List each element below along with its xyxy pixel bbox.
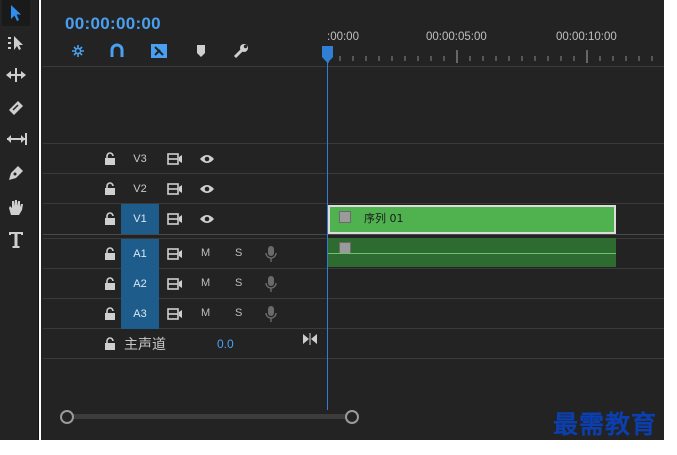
track-v1[interactable]: V1	[43, 204, 327, 234]
selection-tool-icon[interactable]	[2, 0, 30, 26]
ruler-ticks	[327, 50, 653, 63]
solo-button[interactable]: S	[235, 247, 242, 259]
lock-icon[interactable]	[103, 212, 117, 226]
lock-icon[interactable]	[103, 152, 117, 166]
mic-icon[interactable]	[265, 275, 277, 293]
sync-lock-icon[interactable]	[167, 277, 183, 291]
ruler-label: :00:00	[327, 31, 359, 43]
track-label[interactable]: A1	[121, 239, 159, 269]
sync-lock-icon[interactable]	[167, 152, 183, 166]
divider	[43, 358, 664, 359]
pen-icon[interactable]	[2, 160, 30, 186]
hand-icon[interactable]	[2, 194, 30, 220]
audio-waveform	[328, 253, 616, 254]
lock-icon[interactable]	[103, 277, 117, 291]
mute-button[interactable]: M	[201, 307, 210, 319]
track-select-forward-icon[interactable]	[2, 30, 30, 56]
eye-icon[interactable]	[199, 183, 215, 195]
lock-icon[interactable]	[103, 337, 117, 351]
track-v3[interactable]: V3	[43, 144, 327, 174]
sync-lock-icon[interactable]	[167, 212, 183, 226]
mute-button[interactable]: M	[201, 247, 210, 259]
track-a2[interactable]: A2 M S	[43, 269, 327, 299]
ruler-label: 00:00:05:00	[426, 31, 487, 43]
track-label[interactable]: A3	[121, 299, 159, 329]
lock-icon[interactable]	[103, 182, 117, 196]
slip-icon[interactable]	[2, 126, 30, 152]
audio-clip[interactable]	[328, 238, 616, 267]
divider	[43, 234, 664, 235]
sync-lock-icon[interactable]	[167, 182, 183, 196]
playhead-line[interactable]	[327, 58, 328, 410]
solo-button[interactable]: S	[235, 307, 242, 319]
sync-lock-icon[interactable]	[167, 247, 183, 261]
ripple-edit-icon[interactable]	[2, 62, 30, 88]
tools-panel	[0, 0, 39, 440]
eye-icon[interactable]	[199, 153, 215, 165]
track-a3[interactable]: A3 M S	[43, 299, 327, 329]
snap-icon[interactable]	[69, 42, 87, 60]
clip-label: 序列 01	[364, 212, 404, 225]
track-label[interactable]: V1	[121, 204, 159, 234]
wrench-icon[interactable]	[232, 42, 250, 60]
scrollbar-left-handle[interactable]	[60, 410, 74, 424]
type-tool-icon[interactable]	[2, 226, 30, 252]
ruler-label: 00:00:10:00	[556, 31, 617, 43]
video-clip[interactable]: 序列 01	[328, 205, 616, 234]
time-ruler[interactable]: :00:00 00:00:05:00 00:00:10:00	[322, 28, 664, 68]
master-volume-value[interactable]: 0.0	[217, 337, 234, 351]
track-v2[interactable]: V2	[43, 174, 327, 204]
track-a1[interactable]: A1 M S	[43, 239, 327, 269]
fx-badge-icon	[339, 211, 351, 223]
zoom-scrollbar[interactable]	[60, 410, 359, 424]
mute-button[interactable]: M	[201, 277, 210, 289]
master-track[interactable]: 主声道 0.0	[43, 330, 327, 358]
marker-icon[interactable]	[192, 42, 210, 60]
lock-icon[interactable]	[103, 307, 117, 321]
sync-lock-icon[interactable]	[167, 307, 183, 321]
add-edit-icon[interactable]	[150, 42, 168, 60]
razor-icon[interactable]	[2, 94, 30, 120]
divider	[43, 66, 664, 67]
mic-icon[interactable]	[265, 245, 277, 263]
bowtie-icon[interactable]	[302, 333, 318, 345]
timecode-display[interactable]: 00:00:00:00	[65, 14, 161, 34]
solo-button[interactable]: S	[235, 277, 242, 289]
scrollbar-track[interactable]	[66, 414, 350, 419]
mic-icon[interactable]	[265, 305, 277, 323]
track-label[interactable]: A2	[121, 269, 159, 299]
track-label[interactable]: V2	[121, 174, 159, 204]
linked-selection-icon[interactable]	[108, 42, 126, 60]
scrollbar-right-handle[interactable]	[345, 410, 359, 424]
master-label: 主声道	[124, 337, 166, 353]
track-label[interactable]: V3	[121, 144, 159, 174]
eye-icon[interactable]	[199, 213, 215, 225]
lock-icon[interactable]	[103, 247, 117, 261]
watermark-logo: 最需教育	[553, 410, 658, 439]
